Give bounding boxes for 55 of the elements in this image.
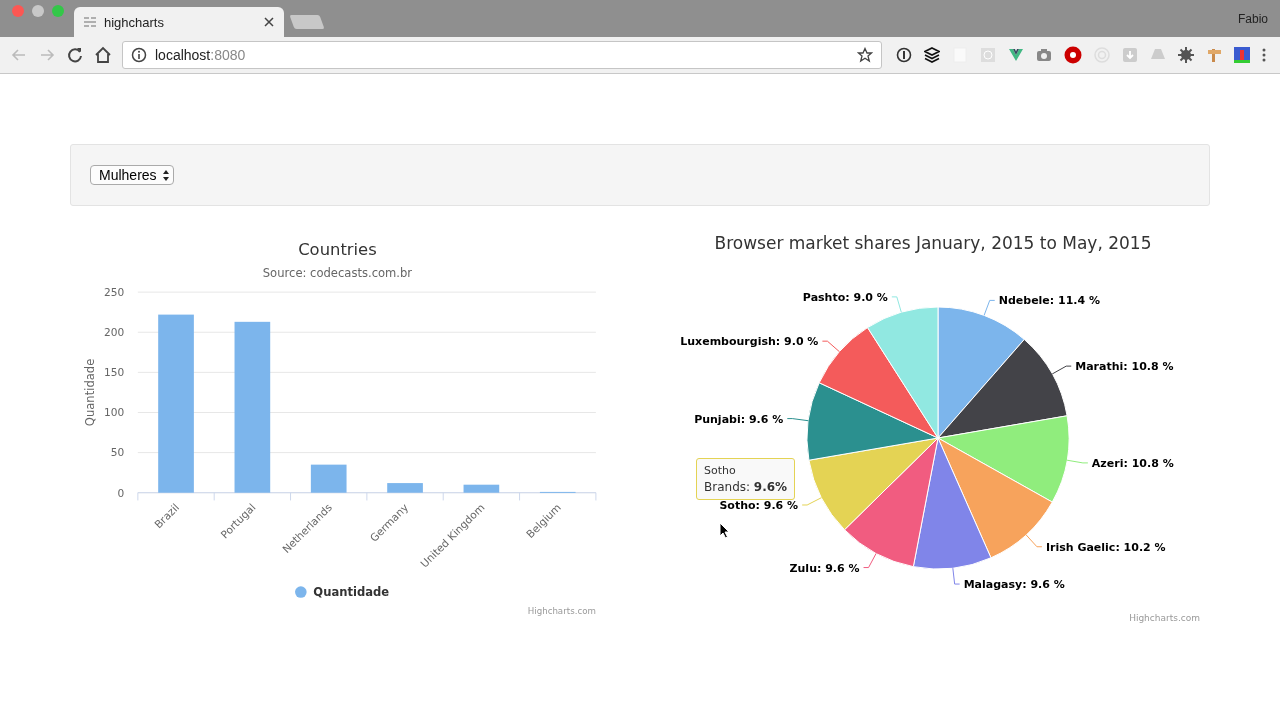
y-tick-label: 150 xyxy=(104,366,125,379)
leader-line xyxy=(1025,534,1043,548)
page-icon xyxy=(84,17,96,27)
leader-line xyxy=(983,299,996,316)
chart-subtitle: Source: codecasts.com.br xyxy=(262,265,413,280)
slice-label: Marathi: 10.8 % xyxy=(1075,360,1174,374)
lighthouse-icon[interactable] xyxy=(1234,47,1250,63)
camera-icon[interactable] xyxy=(1036,47,1052,63)
gear-icon[interactable] xyxy=(1178,47,1194,63)
y-axis-title: Quantidade xyxy=(83,358,98,427)
y-tick-label: 50 xyxy=(110,446,125,459)
bar xyxy=(310,464,347,493)
y-tick-label: 200 xyxy=(104,326,125,339)
star-icon[interactable] xyxy=(857,47,873,63)
slice-label: Pashto: 9.0 % xyxy=(802,290,888,304)
leader-line xyxy=(863,552,877,569)
bar xyxy=(463,484,500,493)
bar xyxy=(387,483,423,493)
tooltip: Sotho Brands: 9.6% xyxy=(696,458,796,500)
profile-name[interactable]: Fabio xyxy=(1237,12,1268,26)
signpost-icon[interactable] xyxy=(1206,47,1222,63)
slice-label: Malagasy: 9.6 % xyxy=(963,578,1065,592)
slice-label: Azeri: 10.8 % xyxy=(1091,456,1174,470)
up-down-arrows-icon xyxy=(162,169,169,181)
chart-title: Countries xyxy=(298,240,377,260)
browser-tab[interactable]: highcharts xyxy=(74,7,284,37)
cursor-icon xyxy=(719,522,730,539)
leader-line xyxy=(786,418,809,422)
close-icon[interactable] xyxy=(264,17,274,27)
slice-label: Irish Gaelic: 10.2 % xyxy=(1045,540,1166,554)
v-logo-icon[interactable] xyxy=(1008,47,1024,63)
leader-line xyxy=(952,567,961,585)
y-tick-label: 250 xyxy=(104,286,125,298)
slice-label: Ndebele: 11.4 % xyxy=(998,294,1101,308)
leader-line xyxy=(1051,365,1072,375)
leader-line xyxy=(1066,459,1089,464)
y-tick-label: 100 xyxy=(104,406,125,419)
leader-line xyxy=(801,497,822,506)
minimize-window-icon[interactable] xyxy=(32,5,44,17)
slice-label: Punjabi: 9.6 % xyxy=(694,412,784,426)
zoom-window-icon[interactable] xyxy=(52,5,64,17)
chart-title: Browser market shares January, 2015 to May, 2015 xyxy=(714,233,1152,253)
leader-line xyxy=(821,340,840,353)
y-tick-label: 0 xyxy=(117,486,125,499)
layers-icon[interactable] xyxy=(924,47,940,63)
filter-select[interactable]: Mulheres xyxy=(90,165,174,185)
new-tab-button[interactable] xyxy=(289,15,325,29)
legend-item[interactable]: Quantidade xyxy=(313,584,390,599)
leader-line xyxy=(891,296,902,313)
slice-label: Luxembourgish: 9.0 % xyxy=(680,335,819,349)
download-icon[interactable] xyxy=(1122,47,1138,63)
address-bar[interactable]: localhost:8080 xyxy=(122,41,882,69)
menu-icon[interactable] xyxy=(1262,47,1266,63)
slice-label: Zulu: 9.6 % xyxy=(789,561,860,575)
slice-label: Sotho: 9.6 % xyxy=(719,499,799,512)
